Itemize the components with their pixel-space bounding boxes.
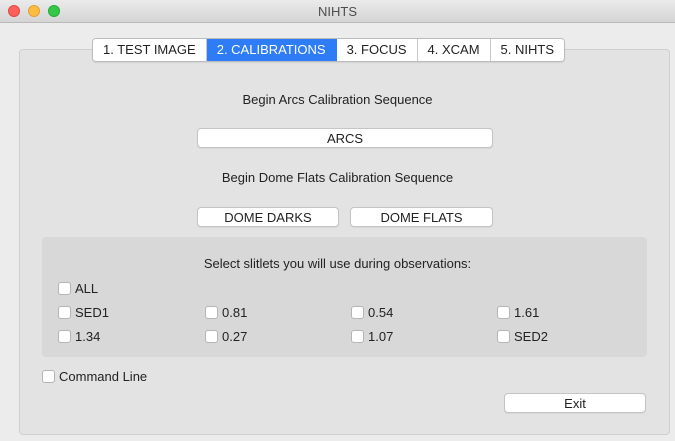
checkbox-box[interactable] <box>58 281 71 295</box>
tab-calibrations[interactable]: 2. CALIBRATIONS <box>206 39 337 61</box>
checkbox-box[interactable] <box>58 329 71 343</box>
checkbox-1-07[interactable]: 1.07 <box>351 328 393 344</box>
checkbox-label: 1.07 <box>368 328 394 344</box>
exit-button[interactable]: Exit <box>504 393 646 413</box>
checkbox-sed2[interactable]: SED2 <box>497 328 548 344</box>
checkbox-box[interactable] <box>351 329 364 343</box>
checkbox-1-61[interactable]: 1.61 <box>497 304 539 320</box>
checkbox-1-34[interactable]: 1.34 <box>58 328 100 344</box>
tab-bar: 1. TEST IMAGE 2. CALIBRATIONS 3. FOCUS 4… <box>92 38 566 62</box>
checkbox-box[interactable] <box>42 369 55 383</box>
window-title: NIHTS <box>318 4 357 19</box>
checkbox-0-81[interactable]: 0.81 <box>205 304 247 320</box>
dome-flats-button[interactable]: DOME FLATS <box>350 207 493 227</box>
title-bar: NIHTS <box>0 0 675 23</box>
slitlet-selection-group <box>42 237 647 357</box>
dome-darks-button[interactable]: DOME DARKS <box>197 207 339 227</box>
checkbox-label: 0.27 <box>222 328 248 344</box>
checkbox-box[interactable] <box>58 305 71 319</box>
slitlet-heading: Select slitlets you will use during obse… <box>203 256 472 271</box>
checkbox-label: 0.81 <box>222 304 248 320</box>
checkbox-0-27[interactable]: 0.27 <box>205 328 247 344</box>
tab-focus[interactable]: 3. FOCUS <box>336 39 418 61</box>
tab-test-image[interactable]: 1. TEST IMAGE <box>93 39 207 61</box>
checkbox-0-54[interactable]: 0.54 <box>351 304 393 320</box>
checkbox-label: 1.61 <box>514 304 540 320</box>
checkbox-label: 0.54 <box>368 304 394 320</box>
checkbox-sed1[interactable]: SED1 <box>58 304 109 320</box>
main-window: NIHTS 1. TEST IMAGE 2. CALIBRATIONS 3. F… <box>0 0 675 441</box>
dome-flats-heading: Begin Dome Flats Calibration Sequence <box>221 170 454 185</box>
checkbox-label: SED1 <box>75 304 109 320</box>
arcs-heading: Begin Arcs Calibration Sequence <box>242 92 433 107</box>
checkbox-box[interactable] <box>351 305 364 319</box>
checkbox-label: ALL <box>75 280 99 296</box>
arcs-button[interactable]: ARCS <box>197 128 493 148</box>
checkbox-box[interactable] <box>205 305 218 319</box>
checkbox-all[interactable]: ALL <box>58 280 98 296</box>
checkbox-label: Command Line <box>59 368 148 384</box>
checkbox-command-line[interactable]: Command Line <box>42 368 147 384</box>
checkbox-box[interactable] <box>205 329 218 343</box>
tab-nihts[interactable]: 5. NIHTS <box>490 39 565 61</box>
tab-xcam[interactable]: 4. XCAM <box>417 39 491 61</box>
checkbox-box[interactable] <box>497 305 510 319</box>
checkbox-box[interactable] <box>497 329 510 343</box>
checkbox-label: SED2 <box>514 328 548 344</box>
checkbox-label: 1.34 <box>75 328 101 344</box>
